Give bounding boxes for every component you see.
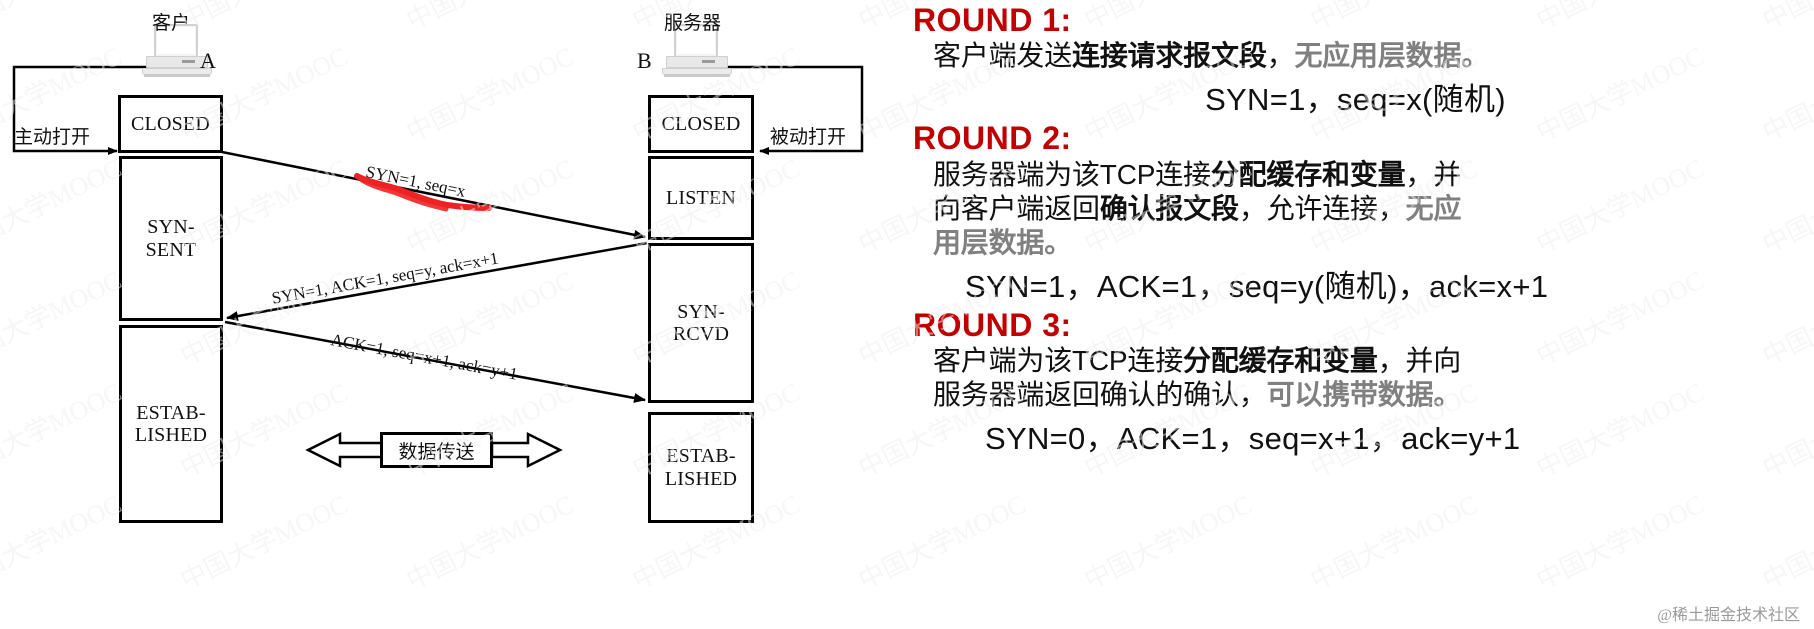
text-run: 。 xyxy=(1461,40,1490,72)
server-state-established-label: ESTAB- LISHED xyxy=(664,445,738,490)
server-state-listen-label: LISTEN xyxy=(665,186,737,209)
text-run: 客户端为该TCP连接 xyxy=(933,344,1184,376)
round-3-formula: SYN=0，ACK=1，seq=x+1，ack=y+1 xyxy=(985,420,1521,456)
client-state-established: ESTAB- LISHED xyxy=(119,325,223,523)
text-run: 服务器端返回确认的确认， xyxy=(933,378,1267,410)
client-caption: 客户 xyxy=(152,13,191,34)
data-transfer-label: 数据传送 xyxy=(398,441,475,463)
round-2-line-1: 服务器端为该TCP连接分配缓存和变量，并 xyxy=(933,158,1804,191)
client-state-closed-label: CLOSED xyxy=(131,112,210,135)
text-run: 分配缓存和变量 xyxy=(1210,158,1406,190)
round-1-formula: SYN=1，seq=x(随机) xyxy=(1205,82,1506,118)
server-state-closed: CLOSED xyxy=(648,95,754,153)
text-run: 无应 xyxy=(1405,192,1462,224)
text-run: 可以携带数据 xyxy=(1266,378,1434,410)
client-open-label: 主动打开 xyxy=(14,127,91,148)
server-state-established: ESTAB- LISHED xyxy=(648,412,754,523)
text-run: ，并向 xyxy=(1377,344,1462,376)
round-3-heading: ROUND 3: xyxy=(913,306,1072,343)
tcp-handshake-diagram: 客户 A 主动打开 服务器 B 被动打开 CLOSED SYN- SENT ES… xyxy=(0,0,895,629)
text-run: 分配缓存和变量 xyxy=(1183,344,1378,376)
text-run: 客户端发送 xyxy=(933,40,1073,72)
text-run: ，并 xyxy=(1405,158,1462,190)
server-caption: 服务器 xyxy=(664,13,722,34)
round-2-line-3: 用层数据。 xyxy=(933,226,1804,259)
client-state-closed: CLOSED xyxy=(118,95,223,153)
data-transfer-box: 数据传送 xyxy=(380,432,493,468)
client-letter: A xyxy=(200,48,216,73)
text-run: 用层数据 xyxy=(933,226,1045,258)
source-credit: @稀土掘金技术社区 xyxy=(1657,607,1800,624)
text-run: 。 xyxy=(1044,226,1073,258)
server-state-syn-rcvd-label: SYN- RCVD xyxy=(672,300,730,345)
client-state-syn-sent-label: SYN- SENT xyxy=(145,216,197,261)
text-run: 。 xyxy=(1433,378,1462,410)
text-run: 确认报文段 xyxy=(1099,192,1239,224)
round-2-line-2: 向客户端返回确认报文段，允许连接，无应 xyxy=(933,192,1804,225)
round-2-heading: ROUND 2: xyxy=(913,120,1072,157)
text-run: 连接请求报文段 xyxy=(1072,40,1267,72)
explanation-panel: ROUND 1: 客户端发送连接请求报文段，无应用层数据。 SYN=1，seq=… xyxy=(895,0,1814,629)
client-state-established-label: ESTAB- LISHED xyxy=(134,401,208,446)
round-1-heading: ROUND 1: xyxy=(913,2,1072,38)
server-state-listen: LISTEN xyxy=(648,156,754,240)
server-state-syn-rcvd: SYN- RCVD xyxy=(648,243,754,403)
text-run: 无应用层数据 xyxy=(1294,40,1462,72)
text-run: 服务器端为该TCP连接 xyxy=(933,158,1211,190)
slide-root: 客户 A 主动打开 服务器 B 被动打开 CLOSED SYN- SENT ES… xyxy=(0,0,1814,629)
text-run: ，允许连接， xyxy=(1238,192,1406,224)
server-open-label: 被动打开 xyxy=(770,127,847,148)
round-3-line-1: 客户端为该TCP连接分配缓存和变量，并向 xyxy=(933,344,1804,377)
round-2-formula: SYN=1，ACK=1，seq=y(随机)，ack=x+1 xyxy=(965,268,1549,304)
server-state-closed-label: CLOSED xyxy=(661,112,741,135)
text-run: 向客户端返回 xyxy=(933,192,1100,224)
client-state-syn-sent: SYN- SENT xyxy=(119,156,223,321)
round-3-line-2: 服务器端返回确认的确认，可以携带数据。 xyxy=(933,378,1804,411)
round-1-line-1: 客户端发送连接请求报文段，无应用层数据。 xyxy=(933,39,1804,72)
text-run: ， xyxy=(1266,40,1295,72)
server-letter: B xyxy=(637,48,652,73)
